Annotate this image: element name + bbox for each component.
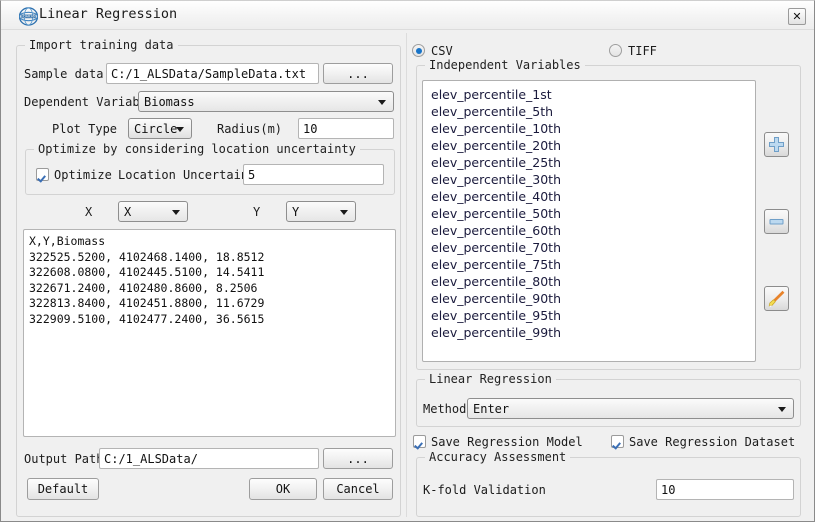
plot-type-combo[interactable]: Circle (128, 118, 192, 139)
list-item[interactable]: elev_percentile_10th (431, 120, 755, 137)
chevron-down-icon (378, 100, 386, 105)
default-button[interactable]: Default (27, 478, 99, 500)
dependent-variable-label: Dependent Variable (24, 95, 154, 109)
ok-button[interactable]: OK (249, 478, 317, 500)
radio-csv[interactable] (412, 44, 425, 57)
save-regression-model-checkbox[interactable] (413, 435, 426, 448)
list-item[interactable]: elev_percentile_99th (431, 324, 755, 341)
radio-tiff-label: TIFF (628, 44, 657, 58)
plot-type-label: Plot Type (52, 122, 117, 136)
y-field-combo[interactable]: Y (286, 201, 356, 222)
output-path-browse-button[interactable]: ... (323, 448, 393, 469)
minus-icon (765, 210, 788, 233)
sample-data-preview[interactable]: X,Y,Biomass 322525.5200, 4102468.1400, 1… (23, 229, 396, 437)
window-title: Linear Regression (39, 6, 177, 22)
method-label: Method (423, 402, 466, 416)
svg-text:LiDAR360: LiDAR360 (21, 15, 37, 19)
panel-divider (406, 33, 407, 517)
list-item[interactable]: elev_percentile_25th (431, 154, 755, 171)
list-item[interactable]: elev_percentile_1st (431, 86, 755, 103)
optimize-checkbox-label: Optimize (54, 168, 112, 182)
y-field-value: Y (292, 205, 299, 219)
location-uncertainty-input[interactable]: 5 (243, 164, 384, 185)
list-item[interactable]: elev_percentile_90th (431, 290, 755, 307)
output-path-input[interactable]: C:/1_ALSData/ (99, 448, 319, 469)
kfold-validation-label: K-fold Validation (423, 483, 546, 497)
optimize-checkbox[interactable] (36, 168, 49, 181)
save-regression-dataset-checkbox[interactable] (611, 435, 624, 448)
list-item[interactable]: elev_percentile_80th (431, 273, 755, 290)
save-regression-dataset-label: Save Regression Dataset (629, 435, 795, 449)
chevron-down-icon (176, 127, 184, 132)
x-field-combo[interactable]: X (118, 201, 188, 222)
remove-variable-button[interactable] (764, 209, 789, 234)
list-item[interactable]: elev_percentile_60th (431, 222, 755, 239)
location-uncertainty-label: Location Uncertainty (118, 168, 263, 182)
independent-variables-list[interactable]: elev_percentile_1st elev_percentile_5th … (422, 80, 756, 362)
list-item[interactable]: elev_percentile_5th (431, 103, 755, 120)
y-field-label: Y (253, 205, 260, 219)
list-item[interactable]: elev_percentile_95th (431, 307, 755, 324)
sample-data-label: Sample data (24, 67, 103, 81)
title-bar: LiDAR360 Linear Regression ✕ (1, 1, 814, 30)
list-item[interactable]: elev_percentile_75th (431, 256, 755, 273)
chevron-down-icon (340, 210, 348, 215)
save-regression-model-label: Save Regression Model (431, 435, 583, 449)
dependent-variable-combo[interactable]: Biomass (138, 91, 394, 112)
dependent-variable-value: Biomass (144, 95, 195, 109)
linear-regression-dialog: LiDAR360 Linear Regression ✕ Import trai… (0, 0, 815, 522)
output-path-label: Output Path: (24, 452, 111, 466)
list-item[interactable]: elev_percentile_20th (431, 137, 755, 154)
optimize-group-legend: Optimize by considering location uncerta… (34, 142, 360, 156)
cancel-button[interactable]: Cancel (323, 478, 393, 500)
method-combo[interactable]: Enter (467, 398, 794, 419)
list-item[interactable]: elev_percentile_70th (431, 239, 755, 256)
x-field-value: X (124, 205, 131, 219)
radius-label: Radius(m) (217, 122, 282, 136)
radio-csv-label: CSV (431, 44, 453, 58)
linear-regression-legend: Linear Regression (425, 372, 556, 386)
list-item[interactable]: elev_percentile_40th (431, 188, 755, 205)
list-item[interactable]: elev_percentile_30th (431, 171, 755, 188)
lidar360-logo-icon: LiDAR360 (19, 7, 38, 26)
clear-variables-button[interactable] (764, 286, 789, 311)
accuracy-assessment-legend: Accuracy Assessment (425, 450, 570, 464)
close-icon: ✕ (792, 11, 801, 22)
close-button[interactable]: ✕ (788, 8, 806, 25)
chevron-down-icon (172, 210, 180, 215)
sample-data-input[interactable]: C:/1_ALSData/SampleData.txt (106, 63, 319, 84)
kfold-validation-input[interactable]: 10 (656, 479, 794, 500)
plus-icon (765, 133, 788, 156)
sample-data-browse-button[interactable]: ... (323, 63, 393, 84)
independent-variables-legend: Independent Variables (425, 58, 585, 72)
add-variable-button[interactable] (764, 132, 789, 157)
list-item[interactable]: elev_percentile_50th (431, 205, 755, 222)
x-field-label: X (85, 205, 92, 219)
radius-input[interactable]: 10 (298, 118, 394, 139)
chevron-down-icon (778, 407, 786, 412)
plot-type-value: Circle (134, 122, 177, 136)
method-value: Enter (473, 402, 509, 416)
radio-tiff[interactable] (609, 44, 622, 57)
import-group-legend: Import training data (25, 38, 178, 52)
brush-icon (765, 287, 788, 310)
